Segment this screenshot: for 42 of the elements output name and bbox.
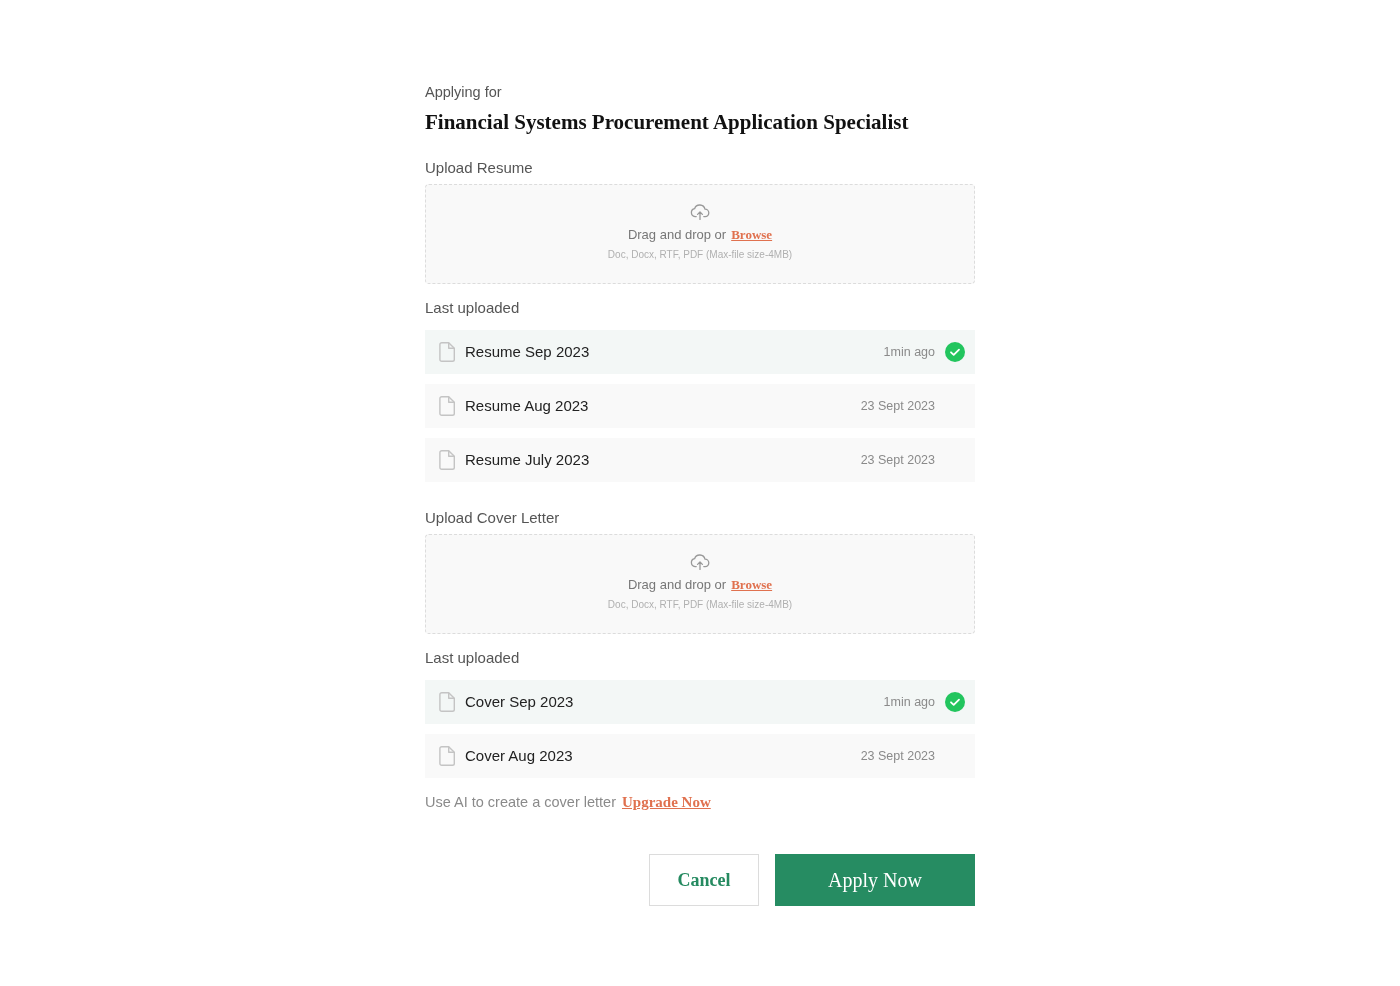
check-circle-icon (945, 342, 965, 362)
dropzone-prompt: Drag and drop or (627, 225, 727, 244)
upgrade-link[interactable]: Upgrade Now (622, 792, 711, 812)
upload-dropzone[interactable]: Drag and drop or Browse Doc, Docx, RTF, PDF (Max-file size-4MB) (425, 534, 975, 634)
upload-time: 1min ago (883, 344, 935, 361)
cloud-upload-icon (690, 203, 710, 220)
uploaded-file-row[interactable]: Cover Sep 2023 1min ago (425, 680, 975, 724)
file-type-hint: Doc, Docx, RTF, PDF (Max-file size-4MB) (607, 597, 793, 612)
ai-cover-letter-note: Use AI to create a cover letter (425, 793, 616, 812)
upload-time: 23 Sept 2023 (860, 748, 935, 765)
document-icon (439, 746, 455, 766)
eyebrow-text: Applying for (425, 83, 503, 102)
cloud-upload-icon (690, 553, 710, 570)
cancel-button[interactable]: Cancel (649, 854, 759, 906)
browse-link[interactable]: Browse (731, 224, 773, 245)
document-icon (439, 396, 455, 416)
file-name: Cover Aug 2023 (465, 746, 574, 766)
uploaded-file-row[interactable]: Cover Aug 2023 23 Sept 2023 (425, 734, 975, 778)
job-title: Financial Systems Procurement Application Specialist (425, 109, 910, 136)
section-label: Upload Resume (425, 158, 534, 178)
history-label: Last uploaded (425, 298, 521, 318)
browse-link[interactable]: Browse (731, 574, 773, 595)
section-label: Upload Cover Letter (425, 508, 561, 528)
uploaded-file-row[interactable]: Resume Sep 2023 1min ago (425, 330, 975, 374)
dropzone-prompt: Drag and drop or (627, 575, 727, 594)
file-type-hint: Doc, Docx, RTF, PDF (Max-file size-4MB) (607, 247, 793, 262)
history-label: Last uploaded (425, 648, 521, 668)
apply-button[interactable]: Apply Now (775, 854, 975, 906)
upload-dropzone[interactable]: Drag and drop or Browse Doc, Docx, RTF, PDF (Max-file size-4MB) (425, 184, 975, 284)
uploaded-file-row[interactable]: Resume Aug 2023 23 Sept 2023 (425, 384, 975, 428)
upload-time: 23 Sept 2023 (860, 452, 935, 469)
file-name: Cover Sep 2023 (465, 692, 575, 712)
file-name: Resume July 2023 (465, 450, 591, 470)
file-name: Resume Sep 2023 (465, 342, 591, 362)
upload-time: 1min ago (883, 694, 935, 711)
upload-time: 23 Sept 2023 (860, 398, 935, 415)
uploaded-file-row[interactable]: Resume July 2023 23 Sept 2023 (425, 438, 975, 482)
document-icon (439, 342, 455, 362)
document-icon (439, 450, 455, 470)
check-circle-icon (945, 692, 965, 712)
file-name: Resume Aug 2023 (465, 396, 590, 416)
document-icon (439, 692, 455, 712)
